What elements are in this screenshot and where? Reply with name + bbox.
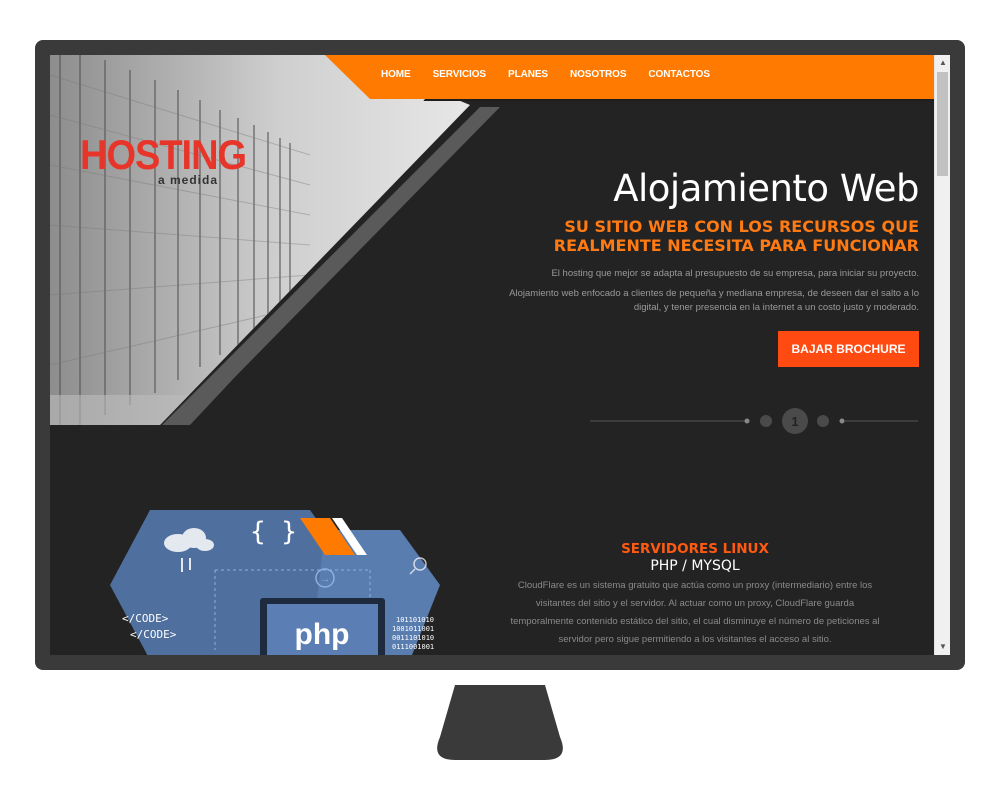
hero-paragraph-2: Alojamiento web enfocado a clientes de p… (509, 288, 919, 313)
hero-paragraph-1: El hosting que mejor se adapta al presup… (551, 268, 919, 279)
code-line-1: </CODE> (122, 612, 169, 625)
download-brochure-button[interactable]: BAJAR BROCHURE (778, 331, 919, 367)
services-subtitle: PHP / MYSQL (650, 558, 740, 574)
logo-text: HOSTING (80, 132, 247, 180)
nav-item-nosotros[interactable]: NOSOTROS (559, 69, 637, 80)
server-room-image (50, 55, 500, 425)
hero-subtitle-line2: REALMENTE NECESITA PARA FUNCIONAR (553, 236, 919, 255)
scroll-up-arrow-icon[interactable]: ▲ (935, 55, 950, 71)
php-illustration: { } </CODE> </CODE> → php 101101010 1001… (110, 510, 440, 655)
nav-item-home[interactable]: HOME (370, 69, 422, 80)
nav-item-servicios[interactable]: SERVICIOS (422, 69, 497, 80)
slider-dot-prev (760, 415, 772, 427)
hero-title: Alojamiento Web (613, 167, 919, 210)
logo-subtext: a medida (158, 173, 219, 187)
services-title: SERVIDORES LINUX (621, 541, 769, 557)
services-heading: SERVIDORES LINUX PHP / MYSQL (500, 541, 890, 574)
monitor-stand (437, 685, 563, 760)
binary-2: 1001011001 (392, 625, 434, 633)
hero-subtitle: SU SITIO WEB CON LOS RECURSOS QUE REALME… (499, 217, 919, 255)
main-nav: HOME SERVICIOS PLANES NOSOTROS CONTACTOS (370, 55, 721, 93)
browser-viewport: HOME SERVICIOS PLANES NOSOTROS CONTACTOS… (50, 55, 950, 655)
nav-item-contactos[interactable]: CONTACTOS (637, 69, 721, 80)
svg-text:→: → (320, 574, 330, 585)
services-body: CloudFlare es un sistema gratuito que ac… (510, 580, 880, 645)
scroll-thumb[interactable] (937, 72, 948, 176)
slider-current-page: 1 (791, 414, 798, 429)
slider-pager: 1 (590, 408, 918, 434)
site-logo[interactable]: HOSTING a medida (80, 132, 247, 187)
slider-dot-next (817, 415, 829, 427)
binary-1: 101101010 (396, 616, 434, 624)
hero-subtitle-line1: SU SITIO WEB CON LOS RECURSOS QUE (564, 217, 919, 236)
nav-item-planes[interactable]: PLANES (497, 69, 559, 80)
scroll-down-arrow-icon[interactable]: ▼ (935, 639, 950, 655)
braces-glyph: { } (250, 517, 297, 547)
php-label: php (295, 618, 350, 651)
code-line-2: </CODE> (130, 628, 177, 641)
binary-4: 0111001001 (392, 643, 434, 651)
page-scrollbar[interactable]: ▲ ▼ (934, 55, 950, 655)
binary-3: 0011101010 (392, 634, 434, 642)
